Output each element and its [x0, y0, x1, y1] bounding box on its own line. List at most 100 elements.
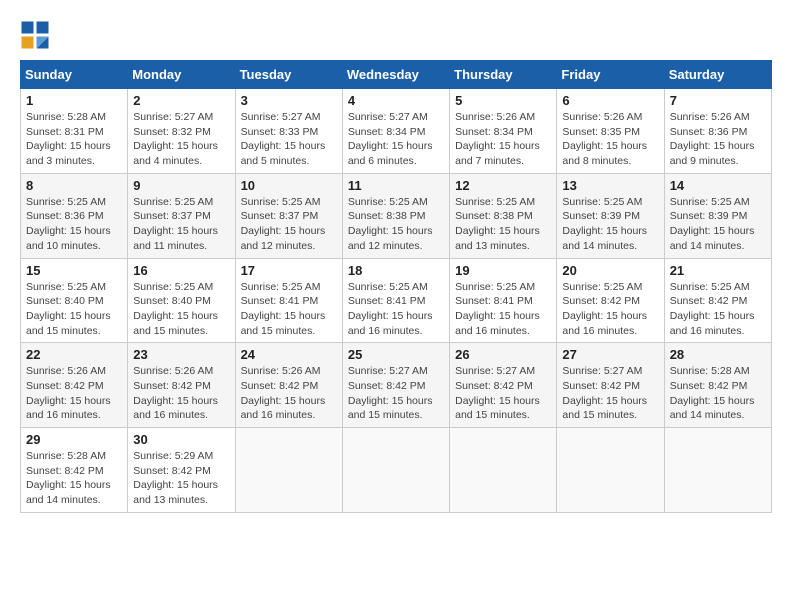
daylight-label: Daylight: 15 hours and 15 minutes.	[562, 395, 647, 422]
day-number: 8	[26, 178, 122, 193]
daylight-label: Daylight: 15 hours and 16 minutes.	[348, 310, 433, 337]
calendar-cell: 9 Sunrise: 5:25 AM Sunset: 8:37 PM Dayli…	[128, 173, 235, 258]
day-number: 15	[26, 263, 122, 278]
calendar-week-row: 22 Sunrise: 5:26 AM Sunset: 8:42 PM Dayl…	[21, 343, 772, 428]
sunrise-label: Sunrise: 5:26 AM	[26, 365, 106, 377]
day-number: 24	[241, 347, 337, 362]
sunset-label: Sunset: 8:40 PM	[133, 295, 211, 307]
sunrise-label: Sunrise: 5:25 AM	[133, 281, 213, 293]
daylight-label: Daylight: 15 hours and 16 minutes.	[455, 310, 540, 337]
sunset-label: Sunset: 8:42 PM	[26, 380, 104, 392]
day-info: Sunrise: 5:27 AM Sunset: 8:42 PM Dayligh…	[455, 364, 551, 423]
day-info: Sunrise: 5:26 AM Sunset: 8:42 PM Dayligh…	[26, 364, 122, 423]
sunrise-label: Sunrise: 5:25 AM	[241, 281, 321, 293]
day-number: 29	[26, 432, 122, 447]
day-info: Sunrise: 5:26 AM Sunset: 8:42 PM Dayligh…	[241, 364, 337, 423]
day-info: Sunrise: 5:25 AM Sunset: 8:39 PM Dayligh…	[670, 195, 766, 254]
calendar-cell: 4 Sunrise: 5:27 AM Sunset: 8:34 PM Dayli…	[342, 89, 449, 174]
day-info: Sunrise: 5:26 AM Sunset: 8:42 PM Dayligh…	[133, 364, 229, 423]
sunset-label: Sunset: 8:34 PM	[348, 126, 426, 138]
sunset-label: Sunset: 8:35 PM	[562, 126, 640, 138]
sunset-label: Sunset: 8:42 PM	[455, 380, 533, 392]
day-number: 19	[455, 263, 551, 278]
day-number: 11	[348, 178, 444, 193]
sunset-label: Sunset: 8:37 PM	[133, 210, 211, 222]
day-info: Sunrise: 5:25 AM Sunset: 8:37 PM Dayligh…	[241, 195, 337, 254]
sunset-label: Sunset: 8:41 PM	[241, 295, 319, 307]
day-number: 13	[562, 178, 658, 193]
calendar-cell: 5 Sunrise: 5:26 AM Sunset: 8:34 PM Dayli…	[450, 89, 557, 174]
sunrise-label: Sunrise: 5:25 AM	[562, 196, 642, 208]
sunrise-label: Sunrise: 5:26 AM	[455, 111, 535, 123]
sunset-label: Sunset: 8:36 PM	[670, 126, 748, 138]
day-info: Sunrise: 5:25 AM Sunset: 8:41 PM Dayligh…	[241, 280, 337, 339]
calendar-cell: 1 Sunrise: 5:28 AM Sunset: 8:31 PM Dayli…	[21, 89, 128, 174]
day-info: Sunrise: 5:25 AM Sunset: 8:40 PM Dayligh…	[26, 280, 122, 339]
header-wednesday: Wednesday	[342, 61, 449, 89]
logo	[20, 20, 52, 50]
sunset-label: Sunset: 8:42 PM	[241, 380, 319, 392]
day-number: 26	[455, 347, 551, 362]
daylight-label: Daylight: 15 hours and 13 minutes.	[455, 225, 540, 252]
daylight-label: Daylight: 15 hours and 16 minutes.	[241, 395, 326, 422]
day-info: Sunrise: 5:25 AM Sunset: 8:37 PM Dayligh…	[133, 195, 229, 254]
daylight-label: Daylight: 15 hours and 6 minutes.	[348, 140, 433, 167]
day-info: Sunrise: 5:25 AM Sunset: 8:39 PM Dayligh…	[562, 195, 658, 254]
weekday-header-row: Sunday Monday Tuesday Wednesday Thursday…	[21, 61, 772, 89]
daylight-label: Daylight: 15 hours and 15 minutes.	[241, 310, 326, 337]
calendar-cell: 3 Sunrise: 5:27 AM Sunset: 8:33 PM Dayli…	[235, 89, 342, 174]
calendar-cell: 11 Sunrise: 5:25 AM Sunset: 8:38 PM Dayl…	[342, 173, 449, 258]
day-info: Sunrise: 5:28 AM Sunset: 8:42 PM Dayligh…	[26, 449, 122, 508]
sunset-label: Sunset: 8:41 PM	[455, 295, 533, 307]
daylight-label: Daylight: 15 hours and 3 minutes.	[26, 140, 111, 167]
calendar-cell	[342, 428, 449, 513]
daylight-label: Daylight: 15 hours and 14 minutes.	[562, 225, 647, 252]
calendar-cell: 8 Sunrise: 5:25 AM Sunset: 8:36 PM Dayli…	[21, 173, 128, 258]
day-info: Sunrise: 5:25 AM Sunset: 8:42 PM Dayligh…	[562, 280, 658, 339]
sunrise-label: Sunrise: 5:29 AM	[133, 450, 213, 462]
calendar-cell: 29 Sunrise: 5:28 AM Sunset: 8:42 PM Dayl…	[21, 428, 128, 513]
day-info: Sunrise: 5:25 AM Sunset: 8:38 PM Dayligh…	[348, 195, 444, 254]
daylight-label: Daylight: 15 hours and 5 minutes.	[241, 140, 326, 167]
sunset-label: Sunset: 8:31 PM	[26, 126, 104, 138]
sunset-label: Sunset: 8:41 PM	[348, 295, 426, 307]
sunset-label: Sunset: 8:42 PM	[133, 465, 211, 477]
sunrise-label: Sunrise: 5:27 AM	[562, 365, 642, 377]
day-info: Sunrise: 5:28 AM Sunset: 8:31 PM Dayligh…	[26, 110, 122, 169]
daylight-label: Daylight: 15 hours and 12 minutes.	[241, 225, 326, 252]
day-number: 9	[133, 178, 229, 193]
sunrise-label: Sunrise: 5:25 AM	[348, 196, 428, 208]
calendar-cell: 22 Sunrise: 5:26 AM Sunset: 8:42 PM Dayl…	[21, 343, 128, 428]
sunrise-label: Sunrise: 5:28 AM	[26, 450, 106, 462]
day-info: Sunrise: 5:28 AM Sunset: 8:42 PM Dayligh…	[670, 364, 766, 423]
day-info: Sunrise: 5:27 AM Sunset: 8:42 PM Dayligh…	[348, 364, 444, 423]
logo-icon	[20, 20, 50, 50]
sunrise-label: Sunrise: 5:25 AM	[670, 281, 750, 293]
calendar-cell: 16 Sunrise: 5:25 AM Sunset: 8:40 PM Dayl…	[128, 258, 235, 343]
calendar-cell: 7 Sunrise: 5:26 AM Sunset: 8:36 PM Dayli…	[664, 89, 771, 174]
sunset-label: Sunset: 8:42 PM	[348, 380, 426, 392]
daylight-label: Daylight: 15 hours and 10 minutes.	[26, 225, 111, 252]
sunrise-label: Sunrise: 5:25 AM	[26, 196, 106, 208]
header	[20, 20, 772, 50]
daylight-label: Daylight: 15 hours and 15 minutes.	[26, 310, 111, 337]
calendar-cell: 13 Sunrise: 5:25 AM Sunset: 8:39 PM Dayl…	[557, 173, 664, 258]
calendar-cell: 24 Sunrise: 5:26 AM Sunset: 8:42 PM Dayl…	[235, 343, 342, 428]
sunrise-label: Sunrise: 5:27 AM	[241, 111, 321, 123]
day-number: 25	[348, 347, 444, 362]
sunrise-label: Sunrise: 5:28 AM	[26, 111, 106, 123]
sunrise-label: Sunrise: 5:27 AM	[348, 365, 428, 377]
day-info: Sunrise: 5:25 AM Sunset: 8:38 PM Dayligh…	[455, 195, 551, 254]
day-info: Sunrise: 5:26 AM Sunset: 8:35 PM Dayligh…	[562, 110, 658, 169]
day-number: 7	[670, 93, 766, 108]
day-info: Sunrise: 5:26 AM Sunset: 8:36 PM Dayligh…	[670, 110, 766, 169]
sunset-label: Sunset: 8:32 PM	[133, 126, 211, 138]
sunset-label: Sunset: 8:39 PM	[670, 210, 748, 222]
day-number: 17	[241, 263, 337, 278]
daylight-label: Daylight: 15 hours and 15 minutes.	[348, 395, 433, 422]
day-number: 1	[26, 93, 122, 108]
daylight-label: Daylight: 15 hours and 7 minutes.	[455, 140, 540, 167]
daylight-label: Daylight: 15 hours and 12 minutes.	[348, 225, 433, 252]
sunrise-label: Sunrise: 5:27 AM	[133, 111, 213, 123]
calendar-week-row: 8 Sunrise: 5:25 AM Sunset: 8:36 PM Dayli…	[21, 173, 772, 258]
